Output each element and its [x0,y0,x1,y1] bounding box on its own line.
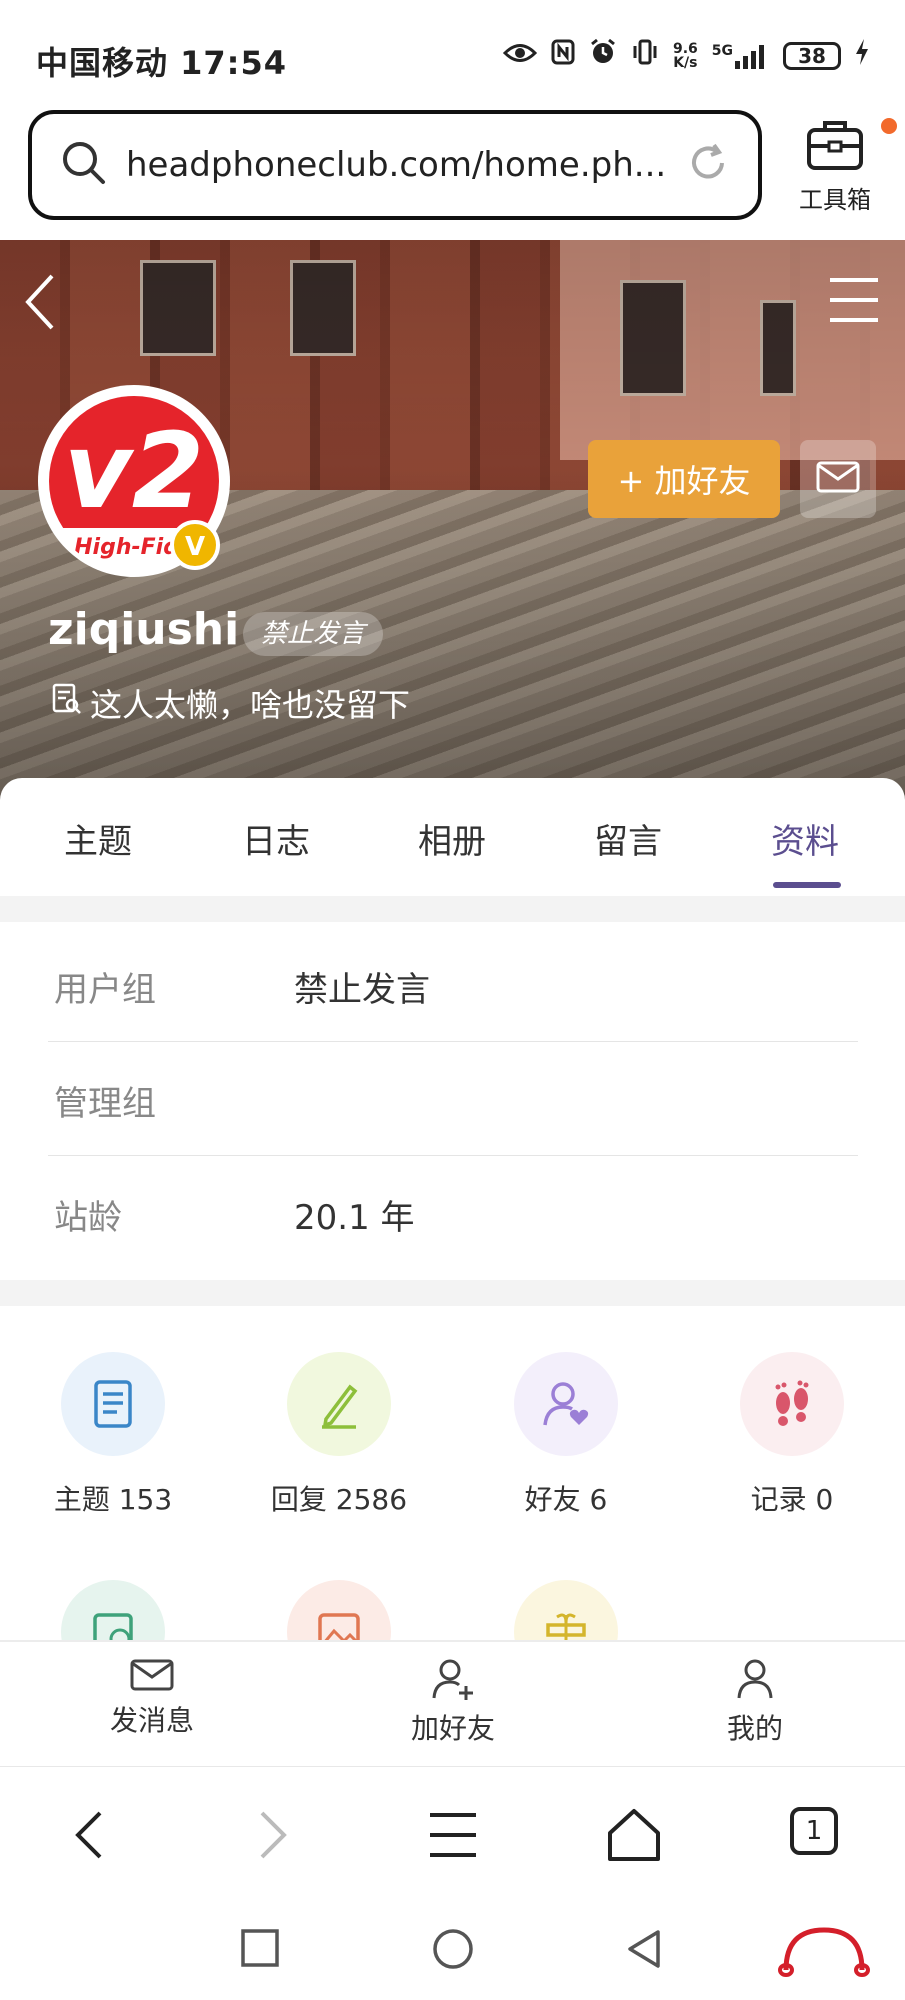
status-bar: 中国移动 17:54 9.6 K/s 5G 38 [0,0,905,110]
alarm-icon [589,38,617,73]
browser-navigation: 1 [0,1766,905,1907]
profile-tabs: 主题 日志 相册 留言 资料 [0,778,905,896]
stat-friends[interactable]: 好友 6 [486,1352,646,1518]
carrier-time: 中国移动 17:54 [36,44,288,82]
net-speed-unit: K/s [673,54,698,71]
battery-indicator: 38 [783,41,841,70]
nfc-icon [551,39,575,72]
net-speed: 9.6 K/s [673,42,698,70]
pencil-icon [287,1352,391,1456]
info-label: 管理组 [54,1084,156,1124]
document-icon [61,1352,165,1456]
back-icon[interactable] [70,1807,110,1867]
signature-icon [52,683,82,723]
recent-apps-icon[interactable] [240,1928,280,1972]
footprints-icon [740,1352,844,1456]
notification-dot [881,118,897,134]
forward-icon[interactable] [252,1807,292,1867]
search-icon [60,139,108,191]
stat-label: 回复 2586 [270,1483,408,1516]
info-label: 站龄 [54,1198,122,1238]
section-divider [0,896,905,922]
mine-button[interactable]: 我的 [675,1658,835,1747]
menu-icon[interactable] [826,274,882,330]
headphone-logo-icon [776,1922,872,1982]
back-triangle-icon[interactable] [624,1928,664,1974]
add-friend-action-label: 加好友 [410,1712,495,1745]
info-value: 禁止发言 [294,970,430,1010]
username: ziqiushi [48,604,240,655]
add-friend-action-button[interactable]: 加好友 [373,1658,533,1747]
stat-label: 主题 153 [53,1483,173,1516]
eye-icon [502,41,538,71]
toolbox-label: 工具箱 [799,186,871,214]
bio-text: 这人太懒，啥也没留下 [90,686,411,724]
info-row-admingroup: 管理组 [48,1042,858,1156]
reload-icon[interactable] [686,141,730,189]
toolbox-button[interactable]: 工具箱 [790,118,897,215]
status-badge: 禁止发言 [243,612,384,656]
tab-messages[interactable]: 留言 [594,814,662,863]
info-label: 用户组 [54,970,156,1010]
home-circle-icon[interactable] [432,1928,474,1974]
tabs-counter-button[interactable]: 1 [790,1807,838,1855]
status-icons: 9.6 K/s 5G 38 [502,38,869,73]
profile-action-bar: 发消息 加好友 我的 [0,1640,905,1767]
mine-label: 我的 [726,1712,783,1745]
system-navigation [0,1906,905,2000]
mail-icon [816,461,860,497]
add-user-icon [373,1658,533,1707]
stat-topics[interactable]: 主题 153 [33,1352,193,1518]
stat-label: 记录 0 [750,1483,834,1516]
stat-label: 好友 6 [524,1483,608,1516]
send-message-label: 发消息 [109,1704,194,1737]
section-divider [0,1280,905,1306]
verified-badge: V [170,520,220,570]
tab-topics[interactable]: 主题 [64,814,132,863]
tab-blog[interactable]: 日志 [242,814,310,863]
net-speed-value: 9.6 [672,40,698,57]
url-text[interactable]: headphoneclub.com/home.ph... [126,145,686,185]
send-message-button[interactable]: 发消息 [72,1658,232,1739]
send-mail-button[interactable] [800,440,876,518]
home-icon[interactable] [606,1807,662,1867]
envelope-icon [72,1658,232,1699]
active-tab-indicator [773,882,841,888]
friend-heart-icon [514,1352,618,1456]
vibrate-icon [631,38,659,73]
add-friend-label: + 加好友 [617,462,751,500]
tab-album[interactable]: 相册 [418,814,486,863]
network-type: 5G [711,42,733,59]
back-chevron-icon[interactable] [22,272,56,336]
toolbox-icon [805,118,897,176]
address-bar[interactable]: headphoneclub.com/home.ph... [28,110,762,220]
info-value: 20.1 年 [294,1198,415,1238]
signal-icon: 5G [712,43,769,69]
bio: 这人太懒，啥也没留下 [52,680,410,726]
menu-lines-icon[interactable] [428,1807,478,1867]
charging-icon [855,39,869,72]
stat-replies[interactable]: 回复 2586 [259,1352,419,1518]
stat-records[interactable]: 记录 0 [712,1352,872,1518]
add-friend-button[interactable]: + 加好友 [588,440,780,518]
user-icon [675,1658,835,1707]
info-row-usergroup: 用户组 禁止发言 [48,928,858,1042]
info-row-site-age: 站龄 20.1 年 [48,1156,858,1270]
tab-profile[interactable]: 资料 [771,814,839,863]
